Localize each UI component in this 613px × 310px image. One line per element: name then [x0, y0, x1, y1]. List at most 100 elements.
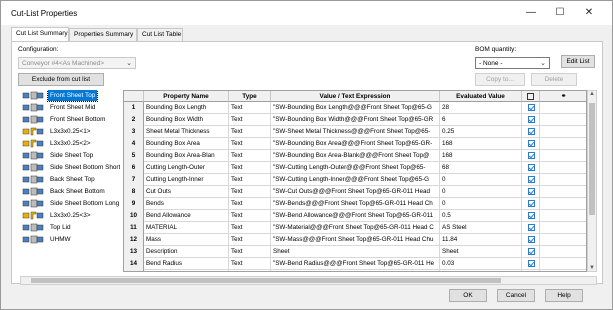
table-row[interactable]: 15Surface TreatmentText"SW-Surface Treat… [124, 270, 586, 271]
value-expression-cell[interactable]: "SW-Bounding Box Length@@@Front Sheet To… [271, 102, 440, 114]
include-checkbox[interactable] [528, 128, 535, 135]
evaluated-value-cell[interactable]: AS Steel [440, 222, 522, 234]
link-cell[interactable] [540, 162, 586, 174]
help-button[interactable]: Help [545, 289, 583, 302]
include-checkbox[interactable] [528, 116, 535, 123]
table-row[interactable]: 4 Bounding Box Area Text "SW-Bounding Box A… [124, 138, 586, 150]
evaluated-value-cell[interactable]: Sheet [440, 246, 522, 258]
evaluated-value-cell[interactable]: 6 [440, 114, 522, 126]
property-name-cell[interactable]: Bend Allowance [144, 210, 229, 222]
table-row[interactable]: 11 MATERIAL Text "SW-Material@@@Front Sheet… [124, 222, 586, 234]
link-cell[interactable] [540, 270, 586, 271]
property-name-cell[interactable]: Surface Treatment [144, 270, 229, 271]
minimize-icon[interactable]: — [523, 6, 539, 20]
value-expression-cell[interactable]: "SW-Mass@@@Front Sheet Top@65-GR-011 Hea… [271, 234, 440, 246]
type-header[interactable]: Type [229, 91, 271, 102]
property-name-cell[interactable]: Sheet Metal Thickness [144, 126, 229, 138]
configuration-select[interactable]: Conveyor #4<As Machined> ⌄ [18, 57, 136, 69]
property-name-cell[interactable]: MATERIAL [144, 222, 229, 234]
type-cell[interactable]: Text [229, 234, 271, 246]
evaluated-value-cell[interactable]: 0.03 [440, 258, 522, 270]
link-cell[interactable] [540, 246, 586, 258]
property-name-cell[interactable]: Bounding Box Length [144, 102, 229, 114]
evaluated-value-cell[interactable]: 168 [440, 138, 522, 150]
value-expression-cell[interactable]: "SW-Bend Radius@@@Front Sheet Top@65-GR-… [271, 258, 440, 270]
property-name-cell[interactable]: Bounding Box Area-Blan [144, 150, 229, 162]
evaluated-value-cell[interactable]: 168 [440, 150, 522, 162]
link-cell[interactable] [540, 174, 586, 186]
table-row[interactable]: 3 Sheet Metal Thickness Text "SW-Sheet Meta… [124, 126, 586, 138]
link-cell[interactable] [540, 114, 586, 126]
evaluated-value-cell[interactable]: 11.84 [440, 234, 522, 246]
property-name-cell[interactable]: Description [144, 246, 229, 258]
value-expression-cell[interactable]: "SW-Bends@@@Front Sheet Top@65-GR-011 He… [271, 198, 440, 210]
evaluated-value-cell[interactable]: 68 [440, 162, 522, 174]
link-cell[interactable] [540, 102, 586, 114]
link-cell[interactable] [540, 198, 586, 210]
include-checkbox[interactable] [528, 248, 535, 255]
include-checkbox[interactable] [528, 176, 535, 183]
table-row[interactable]: 13 Description Text Sheet Sheet [124, 246, 586, 258]
include-checkbox[interactable] [528, 140, 535, 147]
tab-properties-summary[interactable]: Properties Summary [69, 28, 137, 41]
tab-cut-list-summary[interactable]: Cut List Summary [11, 27, 69, 42]
type-cell[interactable]: Text [229, 270, 271, 271]
scroll-down-icon[interactable]: ▼ [588, 265, 596, 271]
property-name-cell[interactable]: Bounding Box Width [144, 114, 229, 126]
include-checkbox[interactable] [528, 212, 535, 219]
include-checkbox[interactable] [528, 104, 535, 111]
value-expression-cell[interactable]: "SW-Bounding Box Width@@@Front Sheet Top… [271, 114, 440, 126]
link-cell[interactable] [540, 126, 586, 138]
type-cell[interactable]: Text [229, 210, 271, 222]
checkbox-header-icon[interactable] [522, 91, 540, 102]
scroll-up-icon[interactable]: ▲ [588, 91, 596, 97]
type-cell[interactable]: Text [229, 258, 271, 270]
include-checkbox[interactable] [528, 224, 535, 231]
horizontal-scrollbar[interactable] [20, 276, 597, 285]
evaluated-value-cell[interactable]: 0 [440, 174, 522, 186]
type-cell[interactable]: Text [229, 174, 271, 186]
tab-cut-list-table[interactable]: Cut List Table [137, 28, 183, 41]
type-cell[interactable]: Text [229, 198, 271, 210]
property-name-cell[interactable]: Cutting Length-Inner [144, 174, 229, 186]
delete-button[interactable]: Delete [531, 73, 577, 86]
value-expression-cell[interactable]: "SW-Cutting Length-Outer@@@Front Sheet T… [271, 162, 440, 174]
value-expression-cell[interactable]: "SW-Bounding Box Area-Blank@@@Front Shee… [271, 150, 440, 162]
property-name-cell[interactable]: Bounding Box Area [144, 138, 229, 150]
table-row[interactable]: 1 Bounding Box Length Text "SW-Bounding Box… [124, 102, 586, 114]
value-expression-cell[interactable]: "SW-Bounding Box Area@@@Front Sheet Top@… [271, 138, 440, 150]
table-row[interactable]: 12 Mass Text "SW-Mass@@@Front Sheet Top@65-… [124, 234, 586, 246]
table-row[interactable]: 9 Bends Text "SW-Bends@@@Front Sheet Top@65… [124, 198, 586, 210]
evaluated-value-cell[interactable]: 28 [440, 102, 522, 114]
type-cell[interactable]: Text [229, 222, 271, 234]
type-cell[interactable]: Text [229, 126, 271, 138]
type-cell[interactable]: Text [229, 186, 271, 198]
evaluated-value-cell[interactable]: 0.25 [440, 126, 522, 138]
link-cell[interactable] [540, 210, 586, 222]
include-checkbox[interactable] [528, 260, 535, 267]
include-checkbox[interactable] [528, 188, 535, 195]
link-cell[interactable] [540, 138, 586, 150]
value-expression-cell[interactable]: "SW-Cut Outs@@@Front Sheet Top@65-GR-011… [271, 186, 440, 198]
value-expression-cell[interactable]: Sheet [271, 246, 440, 258]
exclude-from-cut-list-button[interactable]: Exclude from cut list [18, 73, 104, 86]
link-cell[interactable] [540, 150, 586, 162]
property-name-cell[interactable]: Cutting Length-Outer [144, 162, 229, 174]
evaluated-value-cell[interactable]: 0.5 [440, 210, 522, 222]
property-name-cell[interactable]: Bend Radius [144, 258, 229, 270]
table-row[interactable]: 5 Bounding Box Area-Blan Text "SW-Bounding … [124, 150, 586, 162]
table-row[interactable]: 14 Bend Radius Text "SW-Bend Radius@@@Front… [124, 258, 586, 270]
close-icon[interactable]: ✕ [581, 6, 597, 20]
evaluated-value-cell[interactable]: 0 [440, 198, 522, 210]
value-expression-cell[interactable]: "SW-Bend Allowance@@@Front Sheet Top@65-… [271, 210, 440, 222]
table-row[interactable]: 10 Bend Allowance Text "SW-Bend Allowance@@… [124, 210, 586, 222]
property-name-header[interactable]: Property Name [144, 91, 229, 102]
value-expression-cell[interactable]: "SW-Sheet Metal Thickness@@@Front Sheet … [271, 126, 440, 138]
link-cell[interactable] [540, 258, 586, 270]
bom-quantity-select[interactable]: - None - ⌄ [475, 57, 550, 69]
type-cell[interactable]: Text [229, 114, 271, 126]
table-row[interactable]: 2 Bounding Box Width Text "SW-Bounding Box … [124, 114, 586, 126]
type-cell[interactable]: Text [229, 138, 271, 150]
maximize-icon[interactable]: ☐ [552, 6, 568, 20]
ok-button[interactable]: OK [449, 289, 487, 302]
